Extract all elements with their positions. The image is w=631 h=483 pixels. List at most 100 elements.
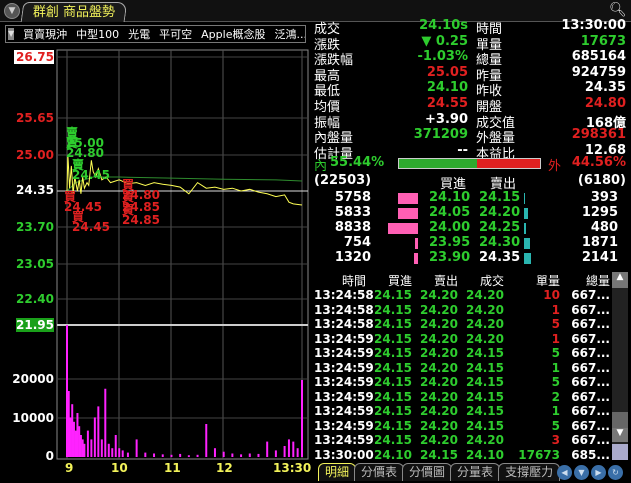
ask-volume-bar xyxy=(524,193,526,204)
tick-cell: 24.15 xyxy=(374,389,412,404)
annotation: 賣24.80 xyxy=(66,136,104,160)
tick-cell: 24.20 xyxy=(420,346,458,360)
ask-price: 24.25 xyxy=(479,220,521,235)
quote-value: +3.90 xyxy=(425,111,468,127)
tick-cell: 667... xyxy=(571,404,610,418)
bid-volume-bar xyxy=(398,193,418,204)
quote-row: 振幅 +3.90 成交值 168億 xyxy=(314,111,626,131)
bid-volume-bar xyxy=(413,253,418,264)
tick-cell: 667... xyxy=(571,317,610,331)
annotation: 買24.45 xyxy=(64,190,102,214)
tick-cell: 13:24:58 xyxy=(314,302,374,317)
tab-details[interactable]: 明細 xyxy=(318,463,357,481)
tick-cell: 24.15 xyxy=(466,389,504,404)
ask-volume: 393 xyxy=(590,190,618,205)
tick-cell: 24.15 xyxy=(420,447,458,462)
ratio-bar xyxy=(398,158,541,169)
tick-header: 買進 xyxy=(387,274,412,288)
tick-cell: 24.15 xyxy=(374,288,412,302)
scroll-up-icon[interactable]: ▲ xyxy=(612,272,628,288)
tick-cell: 685... xyxy=(571,447,610,462)
tick-cell: 1 xyxy=(551,360,560,375)
ask-volume-bar xyxy=(524,208,529,219)
tick-cell: 24.15 xyxy=(466,375,504,389)
quote-value: 24.55 xyxy=(426,96,468,111)
tick-cell: 667... xyxy=(571,302,610,317)
bid-price: 24.05 xyxy=(429,205,471,220)
tick-cell: 13:30:00 xyxy=(314,447,374,462)
inner-pct: 55.44% xyxy=(330,155,385,170)
tab-price-chart[interactable]: 分價圖 xyxy=(402,463,453,481)
intraday-chart xyxy=(56,49,309,460)
quote-value: 24.80 xyxy=(584,96,626,111)
ask-volume: 1871 xyxy=(581,235,618,250)
tick-cell: 24.15 xyxy=(466,404,504,418)
annotation: 買24.45 xyxy=(72,210,110,234)
arrow-down-icon[interactable]: ▼ xyxy=(574,465,589,480)
ask-volume-bar xyxy=(524,253,531,264)
tick-cell: 24.15 xyxy=(374,418,412,433)
arrow-right-icon[interactable]: ▶ xyxy=(591,465,606,480)
scroll-thumb[interactable] xyxy=(612,412,628,428)
tick-cell: 5 xyxy=(551,418,560,433)
ask-price: 24.35 xyxy=(479,250,521,265)
bid-volume-bar xyxy=(388,223,418,234)
bid-volume: 8838 xyxy=(334,220,371,235)
tick-cell: 667... xyxy=(571,331,610,346)
tab-volume-table[interactable]: 分量表 xyxy=(450,463,501,481)
tick-cell: 24.15 xyxy=(466,360,504,375)
tab-support-resistance[interactable]: 支撐壓力 xyxy=(498,463,561,481)
bid-total: (22503) xyxy=(314,173,372,188)
scroll-down-icon[interactable]: ▼ xyxy=(612,428,628,442)
tick-table: 時間 買進 賣出 成交 單量 總量 13:24:58 24.15 24.20 24.20 10 667… xyxy=(314,272,612,462)
tick-cell: 667... xyxy=(571,288,610,302)
tick-cell: 1 xyxy=(551,331,560,346)
tick-cell: 24.15 xyxy=(374,317,412,331)
arrow-left-icon[interactable]: ◀ xyxy=(557,465,572,480)
tick-cell: 667... xyxy=(571,433,610,447)
tab-price-table[interactable]: 分價表 xyxy=(354,463,405,481)
tick-cell: 24.10 xyxy=(466,447,504,462)
bid-price: 24.10 xyxy=(429,190,471,205)
quote-value: 24.35 xyxy=(584,80,626,96)
scroll-end-icon[interactable] xyxy=(612,444,628,460)
tick-cell: 13:24:59 xyxy=(314,346,374,360)
refresh-icon[interactable]: ↻ xyxy=(608,465,623,480)
ask-volume-bar xyxy=(524,238,531,249)
tick-cell: 5 xyxy=(551,317,560,331)
tick-cell: 24.15 xyxy=(466,418,504,433)
tick-cell: 667... xyxy=(571,418,610,433)
ask-volume: 480 xyxy=(590,220,618,235)
ask-volume: 1295 xyxy=(581,205,618,220)
quote-value: 924759 xyxy=(571,64,626,80)
tick-cell: 13:24:59 xyxy=(314,389,374,404)
bid-volume: 5758 xyxy=(334,190,371,205)
quote-row: 漲跌 ▼ 0.25 單量 17673 xyxy=(314,34,626,53)
tick-cell: 24.15 xyxy=(374,346,412,360)
quote-row: 漲跌幅 -1.03% 總量 685164 xyxy=(314,49,626,68)
bid-price: 24.00 xyxy=(429,220,471,235)
bid-price: 23.90 xyxy=(429,250,471,265)
tick-cell: 24.20 xyxy=(420,418,458,433)
ask-price: 24.15 xyxy=(479,190,521,205)
bid-volume-bar xyxy=(398,208,418,219)
outer-label: 外 xyxy=(548,159,562,174)
ask-price: 24.30 xyxy=(479,235,521,250)
ask-volume-bar xyxy=(524,223,526,234)
tick-cell: 667... xyxy=(571,375,610,389)
bid-volume: 754 xyxy=(343,235,371,250)
tick-cell: 24.15 xyxy=(374,302,412,317)
chart-frame xyxy=(56,49,309,460)
tick-cell: 24.15 xyxy=(374,433,412,447)
quote-row: 最低 24.10 昨收 24.35 xyxy=(314,80,626,99)
tick-cell: 24.15 xyxy=(374,375,412,389)
tick-header: 賣出 xyxy=(433,274,458,288)
scrollbar[interactable]: ▲ ▼ xyxy=(612,272,628,460)
tick-cell: 13:24:59 xyxy=(314,360,374,375)
tick-cell: 13:24:58 xyxy=(314,317,374,331)
ask-total: (6180) xyxy=(577,173,626,188)
tick-cell: 24.20 xyxy=(420,288,458,302)
tick-header: 總量 xyxy=(585,274,610,288)
quote-row: 內盤量 371209 外盤量 298361 xyxy=(314,127,626,146)
inner-label: 內 xyxy=(314,159,328,174)
